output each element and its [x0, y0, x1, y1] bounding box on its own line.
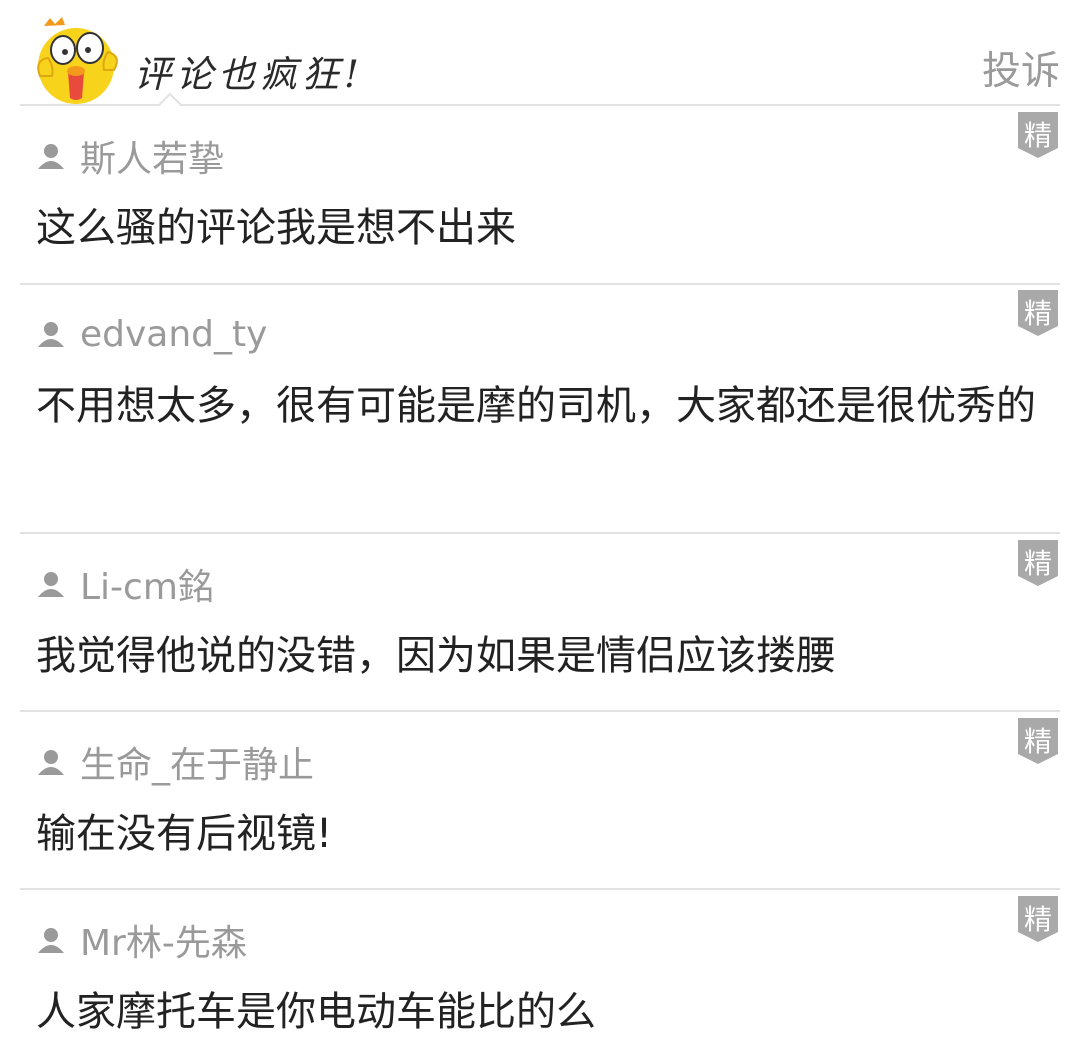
comment-username[interactable]: 斯人若挚 [80, 130, 224, 182]
user-icon [38, 750, 64, 775]
comment-text: 输在没有后视镜! [36, 811, 333, 857]
comment-text: 这么骚的评论我是想不出来 [36, 205, 516, 251]
comment-item: 精 斯人若挚 这么骚的评论我是想不出来 [0, 106, 1080, 284]
featured-badge: 精 [1018, 540, 1058, 586]
comment-text: 我觉得他说的没错，因为如果是情侣应该搂腰 [36, 633, 836, 679]
comment-username[interactable]: edvand_ty [80, 314, 267, 355]
featured-badge-label: 精 [1023, 547, 1052, 580]
comments-header: 评论也疯狂! 投诉 [0, 0, 1080, 116]
comment-item: 精 生命_在于静止 输在没有后视镜! [0, 712, 1080, 888]
user-icon [38, 144, 64, 169]
comment-username[interactable]: Li-cm銘 [80, 558, 214, 610]
comment-text: 人家摩托车是你电动车能比的么 [36, 989, 596, 1035]
featured-badge: 精 [1018, 290, 1058, 336]
comment-item: 精 edvand_ty 不用想太多，很有可能是摩的司机，大家都还是很优秀的 [0, 284, 1080, 532]
comment-item: 精 Mr林-先森 人家摩托车是你电动车能比的么 [0, 890, 1080, 1054]
section-title: 评论也疯狂! [134, 53, 364, 96]
featured-badge-label: 精 [1023, 297, 1052, 330]
featured-badge: 精 [1018, 112, 1058, 158]
comment-username[interactable]: 生命_在于静止 [80, 736, 314, 788]
featured-badge: 精 [1018, 896, 1058, 942]
chick-mascot-icon [37, 17, 118, 104]
user-icon [38, 928, 64, 953]
featured-badge-label: 精 [1023, 119, 1052, 152]
user-icon [38, 572, 64, 597]
report-button[interactable]: 投诉 [982, 40, 1060, 96]
comment-item: 精 Li-cm銘 我觉得他说的没错，因为如果是情侣应该搂腰 [0, 534, 1080, 712]
featured-badge-label: 精 [1023, 725, 1052, 758]
user-icon [38, 322, 64, 347]
comment-text: 不用想太多，很有可能是摩的司机，大家都还是很优秀的 [36, 383, 1036, 429]
comment-username[interactable]: Mr林-先森 [80, 914, 247, 966]
featured-badge-label: 精 [1023, 903, 1052, 936]
featured-badge: 精 [1018, 718, 1058, 764]
